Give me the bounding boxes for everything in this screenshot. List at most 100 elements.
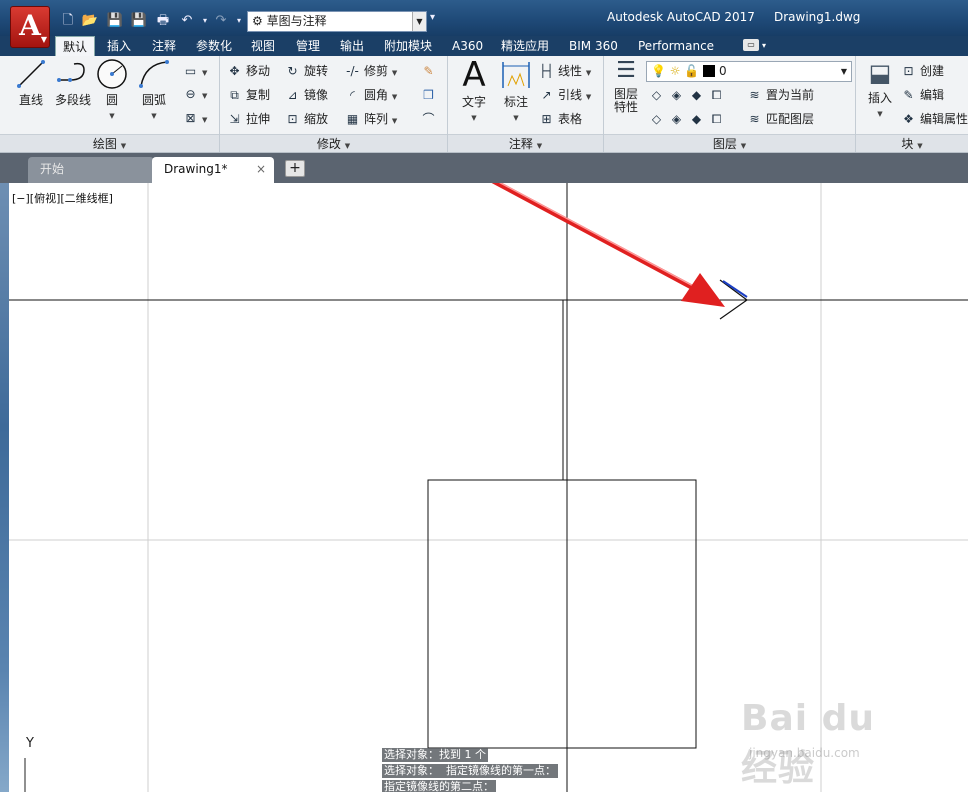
tab-addins[interactable]: 附加模块 (384, 36, 432, 56)
leader-button[interactable]: ↗ 引线 ▼ (538, 85, 591, 105)
document-title: Drawing1.dwg (774, 10, 861, 24)
panel-options-icon[interactable]: ▭ (743, 39, 759, 51)
open-folder-icon[interactable]: 📂 (81, 12, 99, 29)
command-history-line: 指定镜像线的第二点： (382, 780, 496, 792)
workspace-select[interactable]: ⚙ 草图与注释 ▼ (247, 11, 427, 32)
annotation-arrow-shaft (491, 183, 702, 294)
rectangle-tool[interactable]: ▭ ▼ (182, 61, 208, 81)
text-button[interactable]: A 文字 ▼ (454, 58, 494, 123)
tab-performance[interactable]: Performance (638, 36, 714, 56)
tab-a360[interactable]: A360 (452, 36, 483, 56)
chevron-down-icon[interactable]: ▾ (762, 36, 766, 56)
tab-bim360[interactable]: BIM 360 (569, 36, 618, 56)
chevron-down-icon: ▼ (471, 114, 477, 122)
offset-button[interactable]: ⌒ (420, 109, 440, 129)
text-icon: A (462, 55, 486, 95)
layer-select[interactable]: 💡 ☼ 🔓 0 ▼ (646, 61, 852, 82)
tab-parametric[interactable]: 参数化 (196, 36, 232, 56)
stretch-button[interactable]: ⇲ 拉伸 (226, 109, 270, 129)
chevron-down-icon: ▼ (202, 69, 208, 77)
chevron-down-icon: ▼ (391, 93, 398, 101)
chevron-down-icon: ▼ (120, 142, 127, 150)
layer-properties-button[interactable]: ☰ 图层 特性 (608, 58, 644, 114)
new-file-icon[interactable]: 🗋 (59, 12, 77, 29)
save-as-icon[interactable]: 💾 (130, 12, 148, 29)
linear-dim-button[interactable]: ├┤ 线性 ▼ (538, 61, 591, 81)
save-icon[interactable]: 💾 (106, 12, 124, 29)
move-button[interactable]: ✥ 移动 (226, 61, 270, 81)
layer-thaw-icon: ◆ (691, 112, 702, 126)
close-icon[interactable]: × (256, 157, 266, 181)
document-tab-bar: 开始 Drawing1* × + (0, 153, 968, 183)
viewport-controls[interactable]: [−][俯视][二维线框] (12, 190, 113, 206)
annotation-panel: A 文字 ▼ 标注 ▼ ├┤ 线性 ▼ ↗ 引线 ▼ ⊞ 表格 注释 ▼ (448, 56, 604, 152)
draw-panel: 直线 多段线 圆 ▼ 圆弧 ▼ ▭ ▼ ⊖ ▼ ⊠ ▼ 绘图 ▼ (0, 56, 220, 152)
new-tab-button[interactable]: + (285, 160, 305, 177)
chevron-down-icon: ▼ (391, 69, 398, 77)
chevron-down-icon: ▼ (513, 114, 519, 122)
layers-panel-title[interactable]: 图层 ▼ (604, 134, 855, 152)
drawing-canvas[interactable]: [−][俯视][二维线框] Y 选择对象：找到 1 个 选择对象： 指定镜像线的… (9, 183, 968, 792)
boundary-tool[interactable]: ⊠ ▼ (182, 108, 207, 128)
table-button[interactable]: ⊞ 表格 (538, 109, 582, 129)
command-history-line: 选择对象：找到 1 个 (382, 748, 488, 762)
rotate-button[interactable]: ↻ 旋转 (284, 61, 328, 81)
draw-panel-title[interactable]: 绘图 ▼ (0, 134, 219, 152)
chevron-down-icon: ▼ (40, 35, 47, 44)
layer-tools-row-1[interactable]: ◇ ◈ ◆ ⧠ (648, 85, 728, 105)
circle-button[interactable]: 圆 ▼ (92, 58, 132, 121)
layer-tools-row-2[interactable]: ◇ ◈ ◆ ⧠ (648, 109, 728, 129)
chevron-down-icon: ▼ (536, 142, 543, 150)
tab-insert[interactable]: 插入 (107, 36, 131, 56)
sun-icon: ☼ (669, 64, 681, 78)
dimension-button[interactable]: 标注 ▼ (496, 58, 536, 123)
circle-icon (97, 59, 127, 89)
set-current-button[interactable]: ≋ 置为当前 (746, 85, 814, 105)
customize-toolbar-icon[interactable]: ▾ (430, 12, 435, 23)
explode-button[interactable]: ❒ (420, 85, 440, 105)
tab-default[interactable]: 默认 (55, 36, 96, 57)
modify-panel: ✥ 移动 ↻ 旋转 -/- 修剪 ▼ ✎ ⧉ 复制 ⊿ 镜像 ◜ 圆角 ▼ ❒ ⇲ 拉伸 ⊡ 缩… (220, 56, 448, 152)
modify-panel-title[interactable]: 修改 ▼ (220, 134, 447, 152)
tab-manage[interactable]: 管理 (296, 36, 320, 56)
tab-output[interactable]: 输出 (340, 36, 364, 56)
array-button[interactable]: ▦ 阵列 ▼ (344, 109, 397, 129)
undo-icon[interactable]: ↶ (178, 12, 196, 29)
trim-button[interactable]: -/- 修剪 ▼ (344, 61, 397, 81)
command-history-line: 选择对象： 指定镜像线的第一点： (382, 764, 558, 778)
tab-view[interactable]: 视图 (251, 36, 275, 56)
arc-button[interactable]: 圆弧 ▼ (134, 58, 174, 121)
erase-button[interactable]: ✎ (420, 61, 440, 81)
line-button[interactable]: 直线 (8, 58, 54, 107)
tab-annotate[interactable]: 注释 (152, 36, 176, 56)
layer-on-icon: ◇ (651, 112, 662, 126)
redo-dropdown-icon[interactable]: ▾ (230, 12, 248, 29)
tab-drawing1[interactable]: Drawing1* × (152, 157, 274, 183)
offset-icon: ⌒ (422, 112, 435, 126)
annotation-panel-title[interactable]: 注释 ▼ (448, 134, 603, 152)
tab-start[interactable]: 开始 (28, 157, 154, 183)
tab-featured-apps[interactable]: 精选应用 (501, 36, 549, 56)
layer-unlock-icon: ⧠ (711, 112, 722, 126)
chevron-down-icon: ▼ (585, 69, 592, 77)
insert-block-button[interactable]: ⬓ 插入 ▼ (860, 58, 900, 119)
watermark: Bai du 经验 jingyan.baidu.com (741, 686, 921, 789)
create-block-button[interactable]: ⊡ 创建 (900, 61, 944, 81)
polyline-button[interactable]: 多段线 (50, 58, 96, 107)
redo-icon[interactable]: ↷ (212, 12, 230, 29)
copy-button[interactable]: ⧉ 复制 (226, 85, 270, 105)
scale-button[interactable]: ⊡ 缩放 (284, 109, 328, 129)
edit-block-button[interactable]: ✎ 编辑 (900, 85, 944, 105)
application-menu-button[interactable]: A ▼ (10, 6, 50, 48)
hatch-tool[interactable]: ⊖ ▼ (182, 84, 207, 104)
ellipse-icon: ⊖ (185, 87, 196, 101)
fillet-button[interactable]: ◜ 圆角 ▼ (344, 85, 397, 105)
block-panel-title[interactable]: 块 ▼ (856, 134, 968, 152)
chevron-down-icon: ▼ (740, 142, 747, 150)
edit-attributes-button[interactable]: ❖ 编辑属性 (900, 109, 968, 129)
rotate-icon: ↻ (287, 64, 298, 78)
chevron-down-icon: ▼ (391, 117, 398, 125)
mirror-button[interactable]: ⊿ 镜像 (284, 85, 328, 105)
match-layer-button[interactable]: ≋ 匹配图层 (746, 109, 814, 129)
print-icon[interactable]: 🖶 (154, 12, 172, 29)
